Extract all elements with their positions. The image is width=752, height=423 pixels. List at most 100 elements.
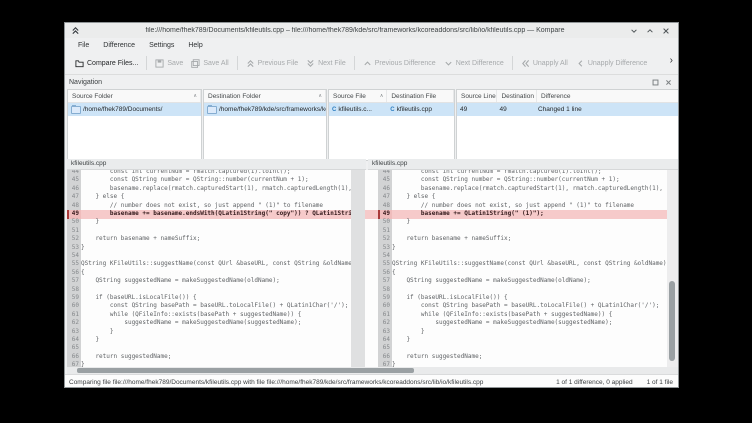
- column-header-label: Source Line: [461, 93, 496, 100]
- unapply-difference-button[interactable]: Unapply Difference: [572, 55, 651, 71]
- destination-folder-list-selected-row[interactable]: /home/fhek789/kde/src/frameworks/kcoread…: [204, 103, 326, 116]
- list-cell-text: 49: [499, 106, 506, 113]
- menu-help[interactable]: Help: [181, 42, 209, 49]
- column-header-label: Source Folder: [72, 93, 113, 100]
- column-header-label: Destination File: [391, 93, 436, 100]
- toolbar-button-label: Unapply Difference: [588, 60, 647, 67]
- column-header-label: Source File: [333, 93, 366, 100]
- menu-file[interactable]: File: [71, 42, 96, 49]
- list-cell: 49: [457, 103, 496, 116]
- compare-files-button[interactable]: Compare Files...: [71, 55, 142, 71]
- toolbar-button-label: Next File: [318, 60, 346, 67]
- menu-difference[interactable]: Difference: [96, 42, 142, 49]
- toolbar-button-label: Next Difference: [456, 60, 504, 67]
- chevron-down-icon: [444, 59, 453, 68]
- folder-icon: [207, 106, 217, 114]
- horizontal-scrollbar[interactable]: [67, 367, 678, 374]
- toolbar-separator: [237, 56, 238, 70]
- list-cell-text: kfileutils.cpp: [397, 106, 432, 113]
- vertical-scrollbar-thumb[interactable]: [669, 281, 675, 361]
- save-icon: [155, 59, 164, 68]
- chevron-left-icon: [576, 59, 585, 68]
- vertical-scrollbar[interactable]: [667, 170, 678, 367]
- right-line-number-gutter: 4445464748495051525354555657585960616263…: [378, 170, 392, 367]
- diff-connector: [365, 170, 378, 367]
- source-folder-list: Source Folder ∧ /home/fhek789/Documents/: [67, 89, 202, 161]
- list-cell-text: Changed 1 line: [538, 106, 582, 113]
- menu-bar: FileDifferenceSettingsHelp: [65, 38, 678, 52]
- list-cell: Changed 1 line: [535, 103, 679, 116]
- next-difference-button[interactable]: Next Difference: [440, 55, 508, 71]
- status-message: Comparing file file:///home/fhek789/Docu…: [69, 379, 556, 386]
- cpp-file-icon: C: [390, 107, 394, 113]
- float-dock-icon[interactable]: [652, 79, 659, 86]
- list-cell-text: /home/fhek789/kde/src/frameworks/kcoread…: [219, 106, 326, 113]
- previous-file-button[interactable]: Previous File: [242, 55, 302, 71]
- save-button[interactable]: Save: [151, 55, 187, 71]
- toolbar-separator: [512, 56, 513, 70]
- close-dock-icon[interactable]: [665, 79, 672, 86]
- destination-folder-list-header: Destination Folder ∧: [204, 90, 326, 103]
- left-pane-scrollbar[interactable]: [351, 170, 365, 367]
- file-list: Source File∧ Destination File Ckfileutils.…: [328, 89, 455, 161]
- diff-connector-band: [365, 210, 378, 219]
- column-header[interactable]: Source Folder ∧: [68, 90, 201, 102]
- column-header[interactable]: Source Line∧: [457, 90, 497, 102]
- column-header-label: Destination Folder: [208, 93, 261, 100]
- navigation-dock-header: Navigation: [65, 75, 678, 89]
- list-cell-text: 49: [460, 106, 467, 113]
- cpp-file-icon: C: [332, 107, 336, 113]
- difference-list: Source Line∧Destination LirDifference494…: [456, 89, 679, 161]
- column-header-label: Destination Lir: [501, 93, 537, 100]
- horizontal-scrollbar-thumb[interactable]: [77, 368, 414, 373]
- title-bar[interactable]: file:///home/fhek789/Documents/kfileutil…: [65, 23, 678, 38]
- source-folder-list-header: Source Folder ∧: [68, 90, 201, 103]
- close-button[interactable]: [662, 27, 670, 35]
- list-cell-text: kfileutils.c...: [338, 106, 372, 113]
- toolbar-overflow-button[interactable]: ›: [670, 55, 673, 66]
- source-folder-list-selected-row[interactable]: /home/fhek789/Documents/: [68, 103, 201, 116]
- difference-count: 1 of 1 difference, 0 applied: [556, 379, 633, 386]
- column-header[interactable]: Destination Lir: [497, 90, 537, 102]
- column-header[interactable]: Source File∧: [329, 90, 387, 102]
- destination-folder-list: Destination Folder ∧ /home/fhek789/kde/src…: [203, 89, 327, 161]
- list-cell-text: /home/fhek789/Documents/: [83, 106, 163, 113]
- save-all-button[interactable]: Save All: [187, 55, 232, 71]
- difference-list-header: Source Line∧ Destination Lir Difference: [457, 90, 679, 103]
- double-chevron-up-icon: [246, 59, 255, 68]
- list-cell: Ckfileutils.cpp: [387, 103, 454, 116]
- unapply-all-button[interactable]: Unapply All: [517, 55, 572, 71]
- toolbar-button-label: Save: [167, 60, 183, 67]
- right-pane-header: kfileutils.cpp: [368, 159, 678, 170]
- maximize-button[interactable]: [646, 27, 654, 35]
- difference-list-selected-row[interactable]: 49 49 Changed 1 line: [457, 103, 679, 116]
- right-code-pane[interactable]: const int currentNum = rmatch.captured(1…: [392, 170, 667, 367]
- minimize-button[interactable]: [630, 27, 638, 35]
- chevron-up-icon: [363, 59, 372, 68]
- toolbar-button-label: Previous Difference: [375, 60, 436, 67]
- status-bar: Comparing file file:///home/fhek789/Docu…: [65, 374, 678, 388]
- kompare-window: file:///home/fhek789/Documents/kfileutil…: [64, 22, 679, 388]
- file-count: 1 of 1 file: [647, 379, 673, 386]
- list-cell: 49: [496, 103, 535, 116]
- file-list-selected-row[interactable]: Ckfileutils.c...Ckfileutils.cpp: [329, 103, 454, 116]
- next-file-button[interactable]: Next File: [302, 55, 350, 71]
- menu-settings[interactable]: Settings: [142, 42, 181, 49]
- toolbar-button-label: Compare Files...: [87, 60, 138, 67]
- column-header[interactable]: Destination File: [387, 90, 454, 102]
- desktop: file:///home/fhek789/Documents/kfileutil…: [0, 0, 752, 423]
- sort-indicator-icon: ∧: [318, 93, 322, 99]
- toolbar: Compare Files... Save Save All Previous Fil…: [65, 52, 678, 75]
- sort-indicator-icon: ∧: [193, 93, 197, 99]
- list-cell: /home/fhek789/Documents/: [68, 103, 201, 116]
- column-header-label: Difference: [541, 93, 571, 100]
- list-cell: Ckfileutils.c...: [329, 103, 387, 116]
- column-header[interactable]: Destination Folder ∧: [204, 90, 326, 102]
- column-header[interactable]: Difference: [537, 90, 679, 102]
- window-controls: [630, 27, 670, 35]
- toolbar-separator: [146, 56, 147, 70]
- toolbar-button-label: Save All: [203, 60, 228, 67]
- previous-difference-button[interactable]: Previous Difference: [359, 55, 440, 71]
- list-cell: /home/fhek789/kde/src/frameworks/kcoread…: [204, 103, 326, 116]
- left-code-pane[interactable]: const int currentNum = rmatch.captured(1…: [81, 170, 351, 367]
